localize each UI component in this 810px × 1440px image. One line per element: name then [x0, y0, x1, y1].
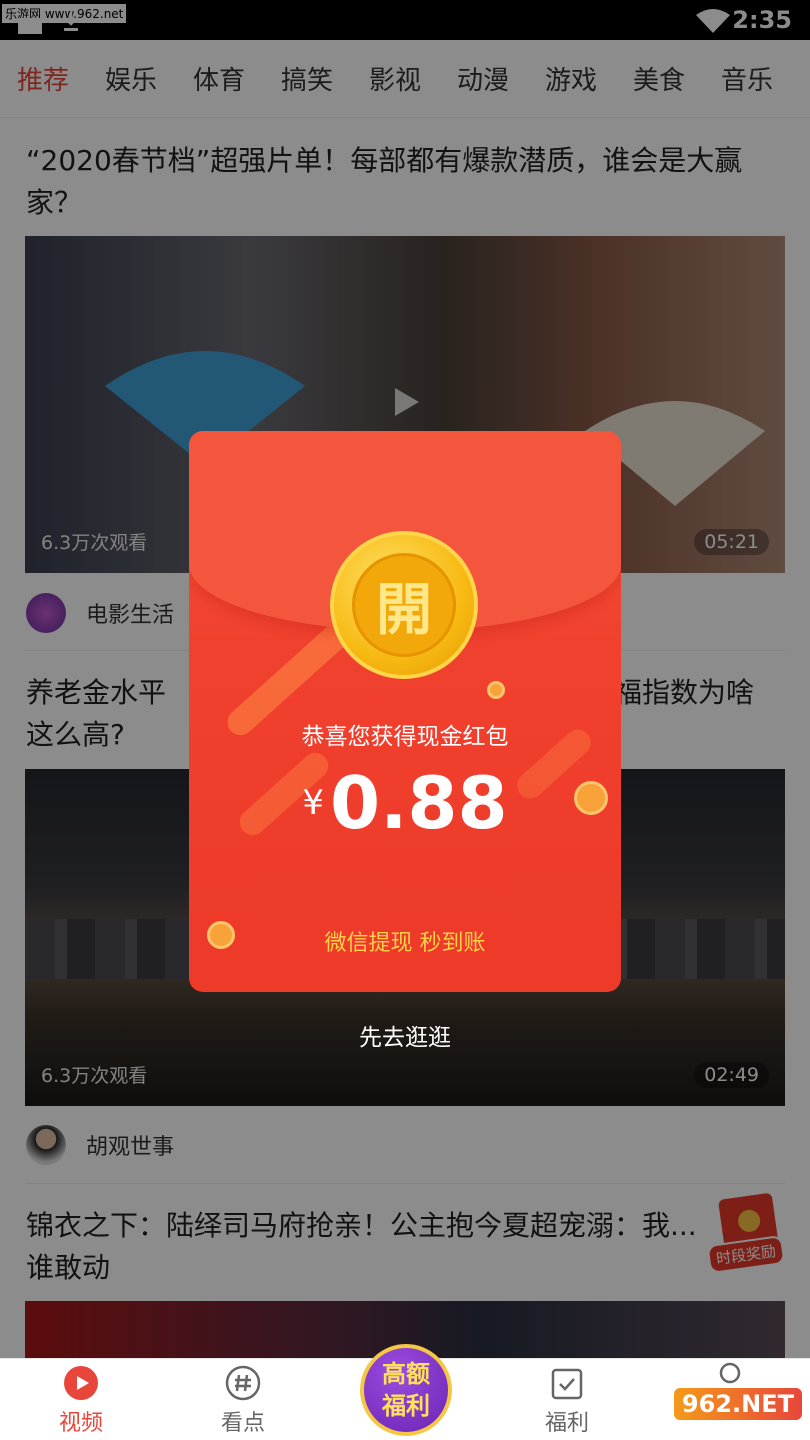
open-coin-button[interactable]: 開 [330, 531, 478, 679]
dismiss-button[interactable]: 先去逛逛 [0, 1018, 810, 1052]
decor-coin [487, 681, 505, 699]
watermark-logo: 962.NET [673, 1388, 802, 1420]
nav-welfare[interactable]: 福利 [512, 1359, 622, 1440]
coin-label: 開 [352, 553, 456, 657]
calendar-check-icon [551, 1368, 583, 1400]
play-circle-icon [64, 1366, 98, 1400]
amount-display: ¥0.88 [189, 761, 621, 845]
amount-value: 0.88 [329, 761, 508, 845]
withdraw-hint: 微信提现 秒到账 [324, 931, 486, 956]
nav-highlights[interactable]: 看点 [188, 1359, 298, 1440]
welfare-text: 福利 [382, 1392, 430, 1420]
nav-label: 看点 [220, 1411, 265, 1436]
profile-icon[interactable] [712, 1361, 748, 1391]
hashtag-icon [225, 1365, 261, 1401]
welfare-badge-button[interactable]: 高额 福利 [360, 1338, 452, 1438]
congrats-message: 恭喜您获得现金红包 [301, 724, 509, 750]
nav-label: 福利 [544, 1411, 589, 1436]
red-packet-modal: 開 恭喜您获得现金红包 ¥0.88 微信提现 秒到账 [189, 431, 621, 992]
currency-symbol: ¥ [302, 783, 324, 823]
welfare-text: 高额 [382, 1360, 430, 1388]
nav-video[interactable]: 视频 [26, 1359, 136, 1440]
nav-label: 视频 [58, 1411, 103, 1436]
